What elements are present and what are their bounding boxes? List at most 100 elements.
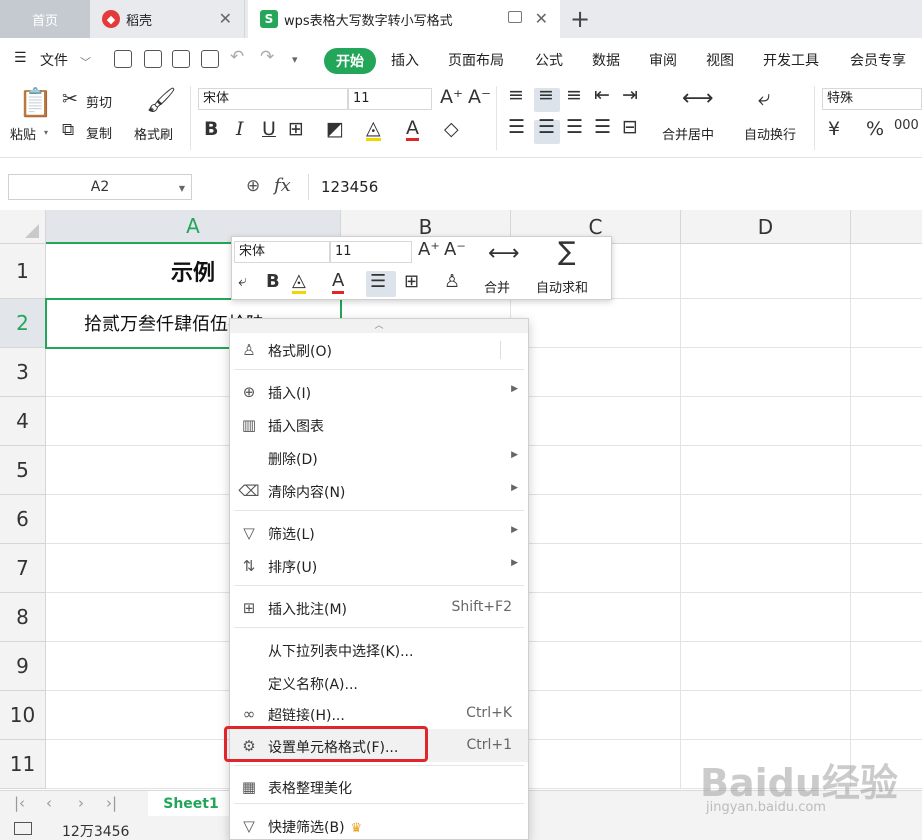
format-painter-icon[interactable]: 🖌: [146, 86, 176, 114]
merge-center-icon[interactable]: ⟷: [682, 86, 714, 111]
add-tab-icon[interactable]: +: [570, 5, 590, 33]
close-icon[interactable]: ✕: [535, 9, 548, 28]
name-box[interactable]: A2 ▼: [8, 174, 192, 200]
font-size-select[interactable]: 11: [348, 88, 432, 110]
row-header-5[interactable]: 5: [0, 446, 46, 495]
grid-cell[interactable]: [511, 593, 681, 642]
grid-cell[interactable]: [851, 544, 922, 593]
copy-icon[interactable]: ⧉: [62, 120, 74, 140]
select-all-corner[interactable]: [0, 210, 46, 244]
border-icon[interactable]: ⊞: [288, 118, 304, 140]
column-header-e[interactable]: [851, 210, 922, 244]
menu-tab-page-layout[interactable]: 页面布局: [448, 50, 504, 70]
collapse-icon[interactable]: ︿: [230, 319, 528, 333]
format-painter-button[interactable]: 格式刷: [134, 124, 173, 143]
cell-fill-icon[interactable]: ◩: [326, 118, 344, 140]
grid-cell[interactable]: [681, 299, 851, 348]
grid-cell[interactable]: [681, 593, 851, 642]
sigma-icon[interactable]: ∑: [558, 237, 576, 267]
grid-cell[interactable]: [511, 740, 681, 789]
font-increase-icon[interactable]: A⁺: [418, 239, 440, 260]
menu-tab-view[interactable]: 视图: [706, 50, 734, 70]
font-increase-icon[interactable]: A⁺: [440, 86, 463, 108]
menu-tab-developer[interactable]: 开发工具: [763, 50, 819, 70]
tab-home[interactable]: 首页: [0, 0, 90, 38]
mini-font-name-select[interactable]: 宋体: [234, 241, 330, 263]
grid-cell[interactable]: [681, 244, 851, 299]
currency-icon[interactable]: ¥: [828, 118, 840, 140]
redo-icon[interactable]: ↷: [260, 47, 274, 67]
column-header-d[interactable]: D: [681, 210, 851, 244]
row-header-2[interactable]: 2: [0, 299, 46, 348]
menu-file[interactable]: 文件: [40, 50, 68, 70]
menu-tab-data[interactable]: 数据: [592, 50, 620, 70]
align-right-icon[interactable]: ☰: [566, 116, 583, 138]
menu-item-sort[interactable]: ⇅ 排序(U) ▶: [230, 549, 528, 582]
menu-item-insert[interactable]: ⊕ 插入(I) ▶: [230, 375, 528, 408]
row-header-3[interactable]: 3: [0, 348, 46, 397]
chevron-down-icon[interactable]: ﹀: [80, 54, 91, 70]
scissors-icon[interactable]: ✂: [62, 88, 78, 110]
grid-cell[interactable]: [511, 495, 681, 544]
chevron-down-icon[interactable]: ▼: [179, 184, 185, 193]
menu-item-quick-filter[interactable]: ▽ 快捷筛选(B) ♛: [230, 809, 528, 840]
grid-cell[interactable]: [681, 642, 851, 691]
print-icon[interactable]: [172, 50, 190, 68]
menu-item-table-beautify[interactable]: ▦ 表格整理美化: [230, 770, 528, 803]
justify-icon[interactable]: ☰: [594, 116, 611, 138]
grid-cell[interactable]: [681, 544, 851, 593]
grid-cell[interactable]: [851, 495, 922, 544]
grid-cell[interactable]: [851, 397, 922, 446]
font-color-icon[interactable]: A: [332, 271, 345, 294]
row-header-7[interactable]: 7: [0, 544, 46, 593]
bold-icon[interactable]: B: [204, 118, 218, 140]
grid-cell[interactable]: [511, 299, 681, 348]
align-top-icon[interactable]: ≡: [508, 84, 524, 106]
menu-item-insert-chart[interactable]: ▥ 插入图表: [230, 408, 528, 441]
align-center-icon[interactable]: ☰: [538, 116, 555, 138]
zoom-icon[interactable]: ⊕: [246, 176, 260, 196]
percent-icon[interactable]: %: [866, 118, 884, 140]
grid-cell[interactable]: [511, 691, 681, 740]
merge-center-button[interactable]: 合并居中: [662, 124, 714, 143]
menu-tab-start[interactable]: 开始: [324, 48, 376, 74]
merge-icon[interactable]: ⟷: [488, 241, 520, 266]
last-sheet-icon[interactable]: ›|: [106, 794, 117, 812]
distribute-icon[interactable]: ⊟: [622, 116, 638, 138]
highlight-color-icon[interactable]: ◬: [292, 271, 306, 294]
font-name-select[interactable]: 宋体: [198, 88, 348, 110]
grid-cell[interactable]: [851, 642, 922, 691]
grid-cell[interactable]: [511, 397, 681, 446]
row-header-9[interactable]: 9: [0, 642, 46, 691]
menu-item-delete[interactable]: 删除(D) ▶: [230, 441, 528, 474]
grid-cell[interactable]: [681, 446, 851, 495]
grid-cell[interactable]: [851, 593, 922, 642]
menu-tab-member[interactable]: 会员专享: [850, 50, 906, 70]
number-format-select[interactable]: 特殊: [822, 88, 922, 110]
tab-document[interactable]: S wps表格大写数字转小写格式 ✕: [248, 0, 560, 38]
grid-cell[interactable]: [681, 691, 851, 740]
menu-tab-formula[interactable]: 公式: [535, 50, 563, 70]
italic-icon[interactable]: I: [236, 118, 244, 140]
font-decrease-icon[interactable]: A⁻: [444, 239, 466, 260]
eraser-icon[interactable]: ◇: [444, 118, 459, 140]
menu-item-filter[interactable]: ▽ 筛选(L) ▶: [230, 516, 528, 549]
next-sheet-icon[interactable]: ›: [78, 794, 84, 812]
row-header-11[interactable]: 11: [0, 740, 46, 789]
grid-cell[interactable]: [511, 544, 681, 593]
wrap-text-icon[interactable]: ⤶: [758, 86, 770, 111]
underline-icon[interactable]: U: [262, 118, 276, 140]
grid-cell[interactable]: [851, 244, 922, 299]
chevron-down-icon[interactable]: ▾: [44, 128, 48, 137]
mini-autosum-button[interactable]: 自动求和: [536, 277, 588, 296]
save-icon[interactable]: [114, 50, 132, 68]
format-painter-icon[interactable]: ♙: [444, 271, 460, 292]
tab-daoke[interactable]: ◆ 稻壳 ✕: [90, 0, 245, 38]
paste-icon[interactable]: 📋: [18, 86, 53, 119]
grid-cell[interactable]: [851, 299, 922, 348]
bold-icon[interactable]: B: [266, 271, 280, 292]
grid-cell[interactable]: [851, 348, 922, 397]
close-icon[interactable]: ✕: [219, 9, 232, 28]
wrap-text-button[interactable]: 自动换行: [744, 124, 796, 143]
row-header-6[interactable]: 6: [0, 495, 46, 544]
